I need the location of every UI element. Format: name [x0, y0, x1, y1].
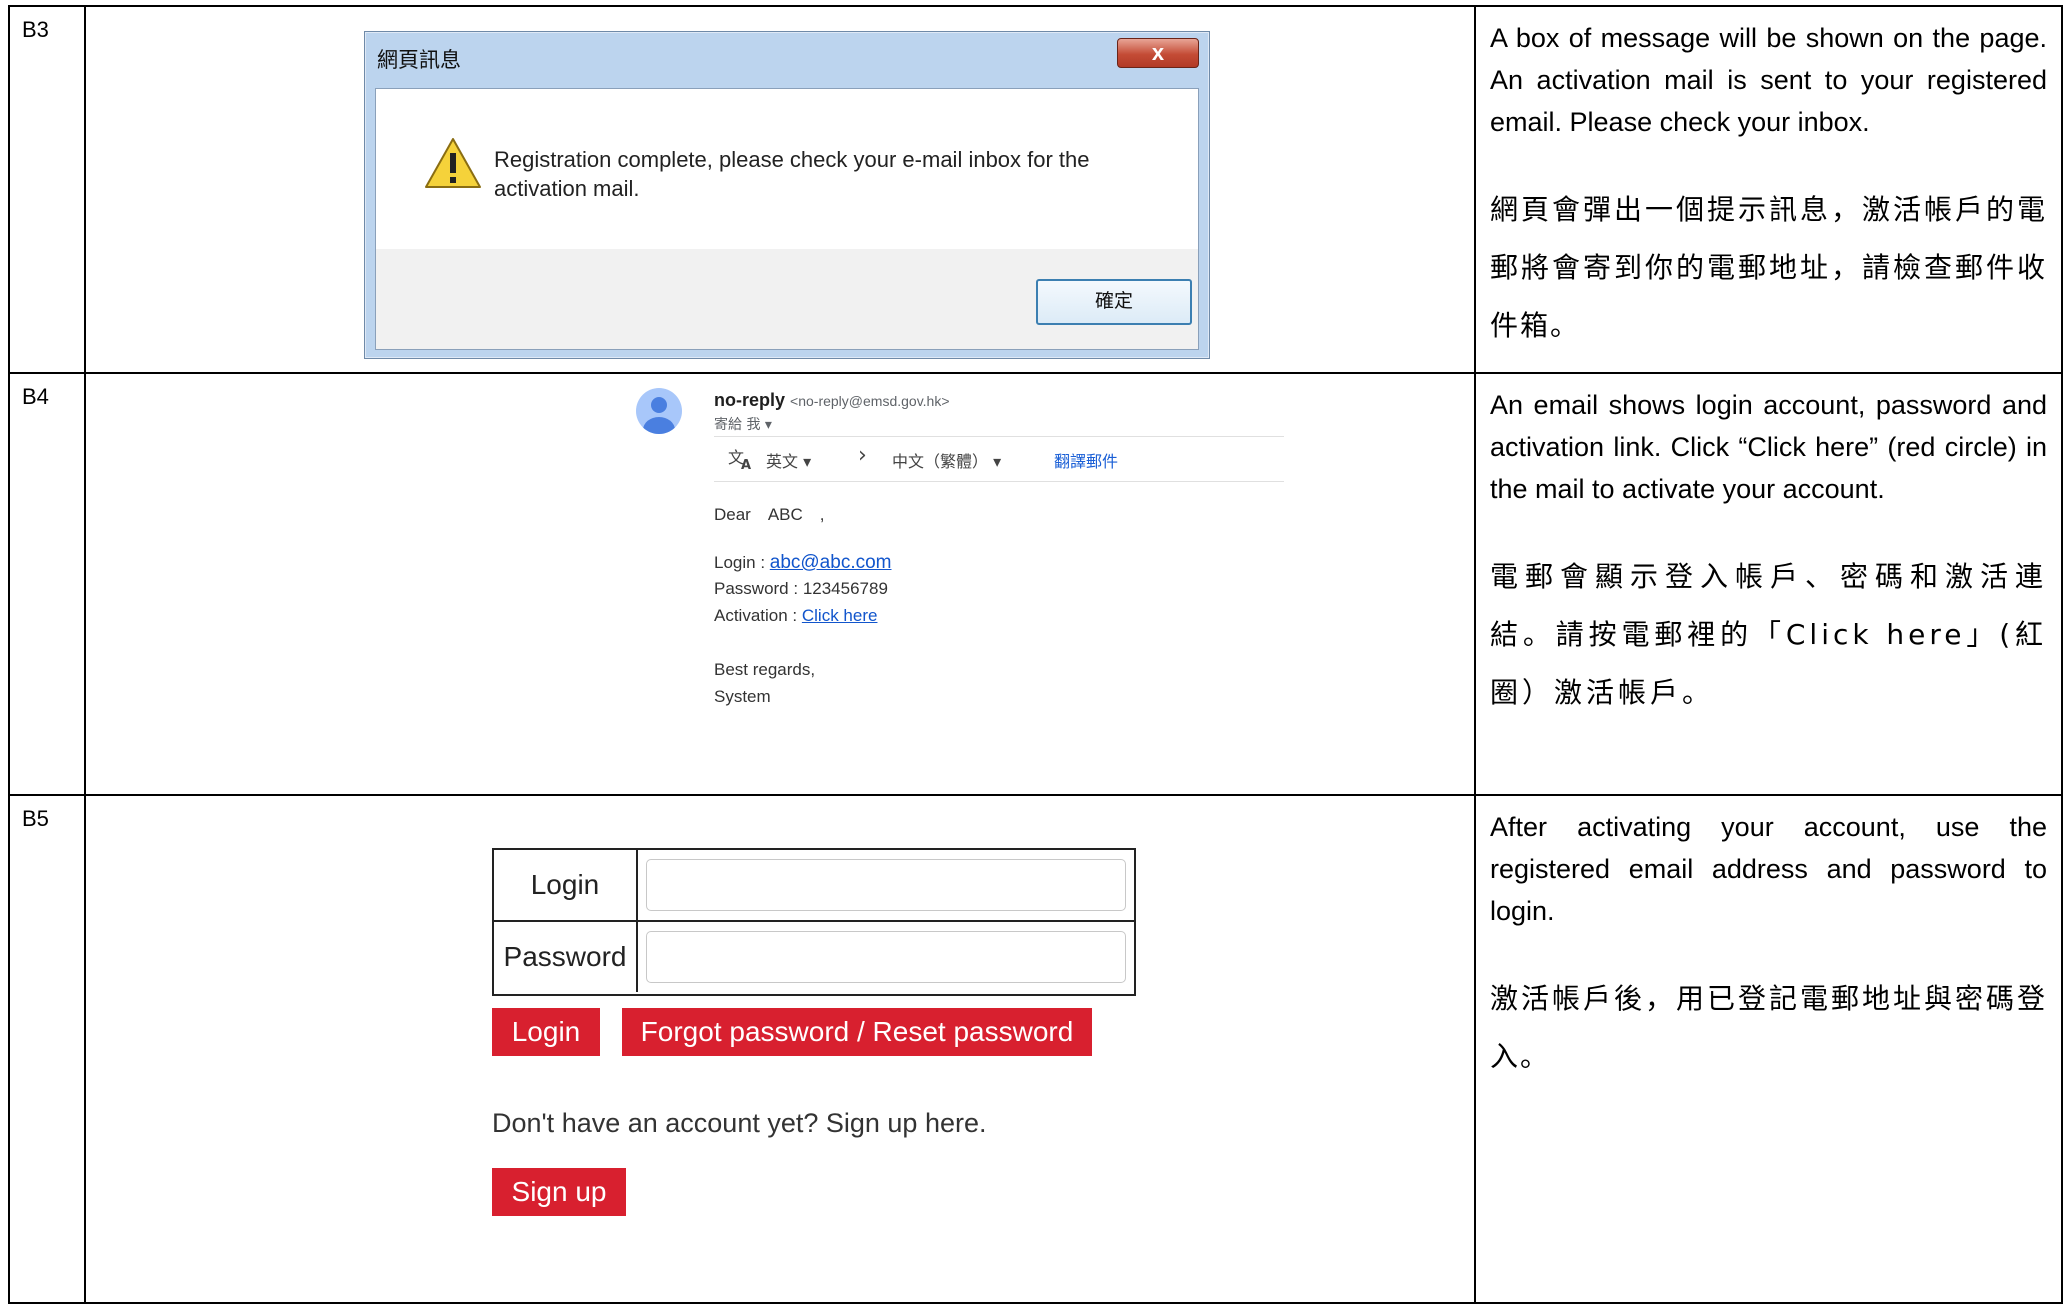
login-button[interactable]: Login — [492, 1008, 600, 1056]
dialog-message-line: activation mail. — [494, 176, 640, 201]
dialog-message-area: Registration complete, please check your… — [376, 89, 1198, 249]
recipient-dropdown[interactable]: 寄給 我 ▾ — [714, 414, 772, 434]
step-cell: B4 — [8, 372, 86, 796]
sign-up-button[interactable]: Sign up — [492, 1168, 626, 1216]
description-chinese: 激活帳戶後，用已登記電郵地址與密碼登入。 — [1490, 982, 2047, 1073]
table-row-b4: B4 no-reply <no-reply@emsd.gov.hk> 寄給 我 … — [8, 372, 2063, 796]
password-label: Password : — [714, 579, 803, 598]
translate-message-link[interactable]: 翻譯郵件 — [1054, 448, 1118, 472]
step-cell: B3 — [8, 5, 86, 374]
description-chinese: 網頁會彈出一個提示訊息，激活帳戶的電郵將會寄到你的電郵地址，請檢查郵件收件箱。 — [1490, 193, 2047, 342]
description: A box of message will be shown on the pa… — [1476, 7, 2061, 355]
step-label: B3 — [22, 17, 49, 42]
description-chinese: 電郵會顯示登入帳戶、密碼和激活連結。請按電郵裡的「Click here」(紅圈）… — [1490, 560, 2047, 709]
login-form: Login Password — [492, 848, 1136, 996]
description-english: After activating your account, use the r… — [1490, 812, 2047, 926]
login-row: Login — [494, 850, 1134, 920]
ok-button[interactable]: 確定 — [1036, 279, 1192, 325]
avatar — [636, 388, 682, 434]
password-row: Password — [494, 920, 1134, 992]
dialog-title: 網頁訊息 — [377, 48, 461, 72]
sender-address: <no-reply@emsd.gov.hk> — [790, 393, 950, 409]
instruction-table: B3 網頁訊息 x Registration complete, please … — [8, 5, 2063, 1304]
description: An email shows login account, password a… — [1476, 374, 2061, 722]
table-row-b3: B3 網頁訊息 x Registration complete, please … — [8, 5, 2063, 374]
signup-prompt: Don't have an account yet? Sign up here. — [492, 1108, 987, 1138]
description-cell: An email shows login account, password a… — [1474, 372, 2063, 796]
email-greeting: Dear ABC , — [714, 505, 825, 524]
login-input[interactable] — [646, 859, 1126, 911]
email-login-line: Login : abc@abc.com — [714, 552, 892, 574]
translate-icon: 文 A — [728, 448, 751, 471]
email-regards: Best regards, — [714, 660, 816, 679]
email-signature: System — [714, 687, 771, 706]
login-email-link[interactable]: abc@abc.com — [770, 552, 892, 573]
description-cell: After activating your account, use the r… — [1474, 794, 2063, 1304]
email-activation-line: Activation : Click here — [714, 606, 877, 626]
warning-triangle-icon — [425, 138, 481, 188]
email-sender: no-reply <no-reply@emsd.gov.hk> — [714, 390, 950, 411]
table-row-b5: B5 Login Password Login Forgot password … — [8, 794, 2063, 1304]
translate-from-dropdown[interactable]: 英文 ▾ — [766, 448, 811, 472]
login-label: Login : — [714, 553, 770, 572]
email-password-line: Password : 123456789 — [714, 579, 888, 599]
screenshot-cell: no-reply <no-reply@emsd.gov.hk> 寄給 我 ▾ 文… — [84, 372, 1476, 796]
description-english: A box of message will be shown on the pa… — [1490, 23, 2047, 137]
activation-link[interactable]: Click here — [802, 606, 878, 625]
activation-email: no-reply <no-reply@emsd.gov.hk> 寄給 我 ▾ 文… — [626, 374, 1286, 754]
password-field-label: Password — [494, 922, 638, 992]
description: After activating your account, use the r… — [1476, 796, 2061, 1086]
step-label: B4 — [22, 384, 49, 409]
dialog-body: Registration complete, please check your… — [375, 88, 1199, 350]
screenshot-cell: Login Password Login Forgot password / R… — [84, 794, 1476, 1304]
dialog-message-line: Registration complete, please check your… — [494, 147, 1090, 172]
password-input[interactable] — [646, 931, 1126, 983]
svg-text:A: A — [741, 458, 751, 471]
sender-name: no-reply — [714, 390, 786, 410]
forgot-password-button[interactable]: Forgot password / Reset password — [622, 1008, 1092, 1056]
screenshot-cell: 網頁訊息 x Registration complete, please che… — [84, 5, 1476, 374]
description-cell: A box of message will be shown on the pa… — [1474, 5, 2063, 374]
description-english: An email shows login account, password a… — [1490, 390, 2047, 504]
activation-label: Activation : — [714, 606, 802, 625]
dialog-message: Registration complete, please check your… — [494, 145, 1090, 203]
web-message-dialog: 網頁訊息 x Registration complete, please che… — [364, 31, 1210, 359]
step-cell: B5 — [8, 794, 86, 1304]
login-field-label: Login — [494, 850, 638, 920]
chevron-right-icon: › — [858, 443, 867, 468]
password-value: 123456789 — [802, 579, 888, 598]
step-label: B5 — [22, 806, 49, 831]
translate-bar: 文 A 英文 ▾ › 中文（繁體） ▾ 翻譯郵件 — [714, 436, 1284, 482]
close-button[interactable]: x — [1117, 38, 1199, 68]
translate-to-dropdown[interactable]: 中文（繁體） ▾ — [892, 448, 1001, 472]
